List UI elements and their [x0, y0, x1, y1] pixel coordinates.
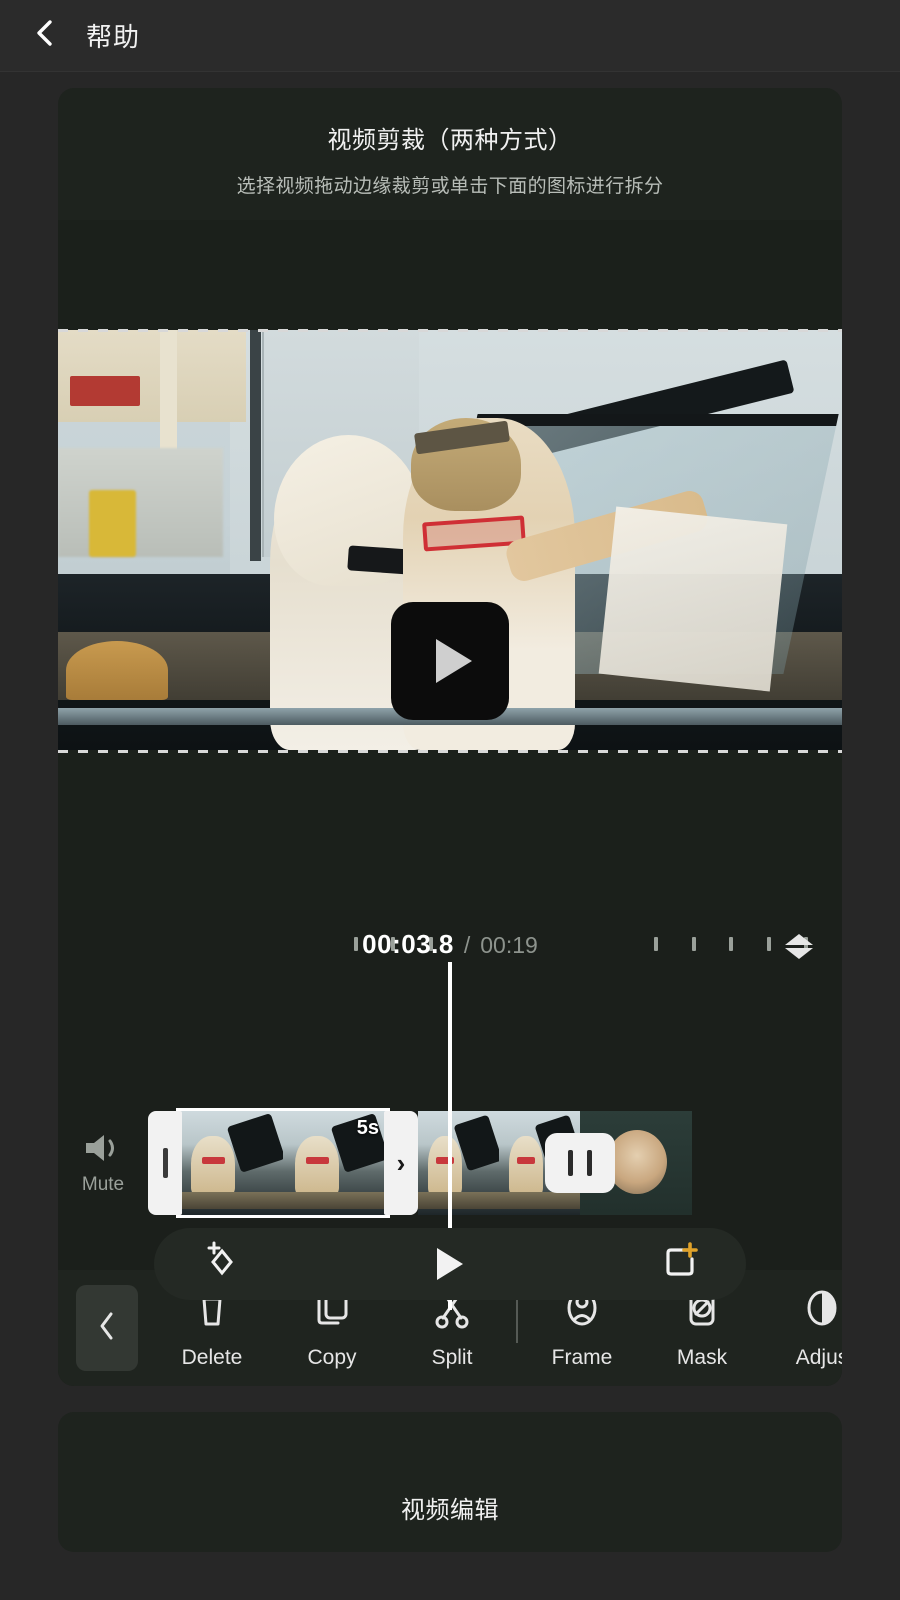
video-fuel-pumps — [58, 447, 223, 557]
clip-thumbnail — [179, 1111, 283, 1215]
ruler-tick — [767, 937, 771, 951]
total-time: 00:19 — [480, 931, 538, 958]
preview-play-button[interactable] — [391, 602, 509, 720]
toolbar-collapse-button[interactable] — [76, 1285, 138, 1371]
clip-duration-badge: 5s — [356, 1117, 379, 1139]
trim-handle-right[interactable]: › — [384, 1111, 418, 1215]
time-display: 00:03.8 / 00:19 — [362, 929, 538, 960]
timeline-panel: 00:03.8 / 00:19 Mute 5s › Delete Copy Sp… — [58, 910, 842, 1386]
help-card-title: 视频剪裁（两种方式） — [327, 127, 573, 154]
action-bar — [154, 1228, 746, 1300]
timeline-expand-button[interactable] — [782, 932, 816, 960]
clip-thumbnail — [418, 1111, 499, 1215]
tool-adjust[interactable]: Adjus — [762, 1287, 842, 1370]
video-edit-card-title: 视频编辑 — [401, 1497, 499, 1524]
video-preview[interactable] — [58, 220, 842, 910]
crop-guide-bottom — [58, 750, 842, 753]
tool-label: Delete — [181, 1345, 243, 1369]
ruler-tick — [729, 937, 733, 951]
contrast-icon — [802, 1287, 842, 1334]
ruler-tick — [354, 937, 358, 951]
trim-handle-left[interactable] — [148, 1111, 182, 1215]
timeline-play-button[interactable] — [437, 1248, 463, 1280]
tool-label: Split — [431, 1345, 473, 1369]
tool-label: Copy — [307, 1345, 357, 1369]
video-sign — [69, 376, 141, 406]
page-content: 视频剪裁（两种方式） 选择视频拖动边缘裁剪或单击下面的图标进行拆分 00:03.… — [0, 72, 900, 1552]
timeline-track-area[interactable]: Mute 5s › — [58, 962, 842, 1310]
video-yellow-object — [89, 489, 137, 557]
time-separator: / — [463, 931, 471, 958]
effects-button[interactable] — [198, 1240, 242, 1289]
chevron-left-icon — [33, 19, 55, 52]
sparkle-add-icon — [198, 1240, 242, 1289]
back-button[interactable] — [22, 14, 66, 58]
transition-pause-icon — [587, 1150, 592, 1176]
video-door-frame — [250, 330, 262, 561]
crop-add-icon — [658, 1240, 702, 1289]
video-edit-card[interactable]: 视频编辑 — [58, 1412, 842, 1552]
current-time: 00:03.8 — [362, 928, 454, 959]
chevron-right-icon: › — [396, 1148, 406, 1178]
video-basket — [65, 640, 168, 700]
video-paper — [598, 506, 788, 692]
trim-handle-left-icon — [162, 1148, 168, 1178]
page-title: 帮助 — [86, 22, 141, 52]
expand-collapse-icon — [785, 933, 813, 959]
crop-guide-top — [58, 329, 842, 332]
play-triangle-icon — [437, 1248, 463, 1280]
transition-button[interactable] — [545, 1133, 615, 1193]
transition-pause-icon — [568, 1150, 573, 1176]
tool-label: Frame — [551, 1345, 613, 1369]
chevron-left-icon — [98, 1311, 116, 1346]
mute-label: Mute — [81, 1173, 125, 1195]
mute-button[interactable]: Mute — [58, 1131, 148, 1196]
ruler-tick — [692, 937, 696, 951]
ruler-tick — [654, 937, 658, 951]
timeline-clip-selected[interactable]: 5s — [176, 1108, 390, 1218]
tool-label: Mask — [676, 1345, 728, 1369]
help-card: 视频剪裁（两种方式） 选择视频拖动边缘裁剪或单击下面的图标进行拆分 00:03.… — [58, 88, 842, 1386]
tool-label: Adjus — [795, 1345, 842, 1369]
help-card-header: 视频剪裁（两种方式） 选择视频拖动边缘裁剪或单击下面的图标进行拆分 — [58, 88, 842, 220]
play-triangle-icon — [436, 639, 472, 683]
app-header: 帮助 — [0, 0, 900, 72]
crop-add-button[interactable] — [658, 1240, 702, 1289]
speaker-icon — [82, 1131, 124, 1170]
help-card-subtitle: 选择视频拖动边缘裁剪或单击下面的图标进行拆分 — [236, 176, 664, 197]
